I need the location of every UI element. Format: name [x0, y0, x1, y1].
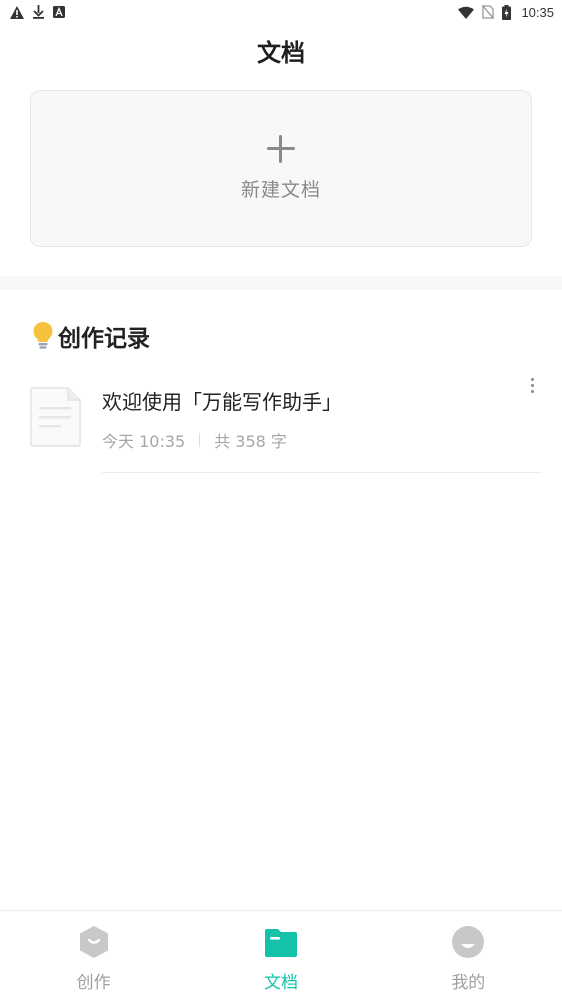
- documents-screen: 10:35 文档 新建文档 创作记录 欢迎使用「万能写作助手」 今天 10:35: [0, 0, 562, 999]
- new-document-button[interactable]: 新建文档: [30, 90, 532, 247]
- a-icon: [53, 6, 65, 18]
- no-sim-icon: [482, 5, 495, 19]
- section-divider: [0, 276, 562, 290]
- profile-icon: [452, 926, 485, 958]
- document-list-item[interactable]: 欢迎使用「万能写作助手」 今天 10:35 共 358 字: [0, 372, 562, 474]
- document-meta: 今天 10:35 共 358 字: [102, 428, 287, 452]
- section-header: 创作记录: [32, 318, 150, 354]
- more-dot: [530, 389, 534, 393]
- meta-separator: [199, 433, 201, 447]
- create-icon: [79, 926, 108, 958]
- warning-icon: [10, 5, 24, 19]
- lightbulb-icon: [33, 322, 53, 349]
- status-bar: 10:35: [0, 0, 562, 24]
- list-divider: [102, 472, 542, 473]
- status-left: [10, 5, 65, 19]
- download-icon: [33, 5, 44, 19]
- plus-icon: [267, 135, 295, 163]
- status-time: 10:35: [521, 4, 554, 20]
- document-time: 今天 10:35: [102, 432, 186, 451]
- more-dot: [530, 377, 534, 381]
- document-title: 欢迎使用「万能写作助手」: [102, 390, 342, 414]
- document-word-count: 共 358 字: [214, 432, 287, 451]
- header: 文档: [0, 28, 562, 72]
- document-file-icon: [30, 387, 81, 447]
- page-title: 文档: [257, 38, 305, 67]
- wifi-icon: [458, 6, 475, 19]
- nav-item-documents[interactable]: 文档: [211, 911, 351, 993]
- section-title: 创作记录: [58, 326, 150, 352]
- nav-item-create[interactable]: 创作: [24, 911, 164, 993]
- nav-item-profile[interactable]: 我的: [398, 911, 538, 993]
- battery-charging-icon: [502, 4, 512, 20]
- folder-icon: [264, 929, 297, 957]
- nav-label-profile: 我的: [451, 973, 486, 993]
- bottom-nav: 创作 文档 我的: [0, 910, 562, 999]
- status-right: 10:35: [458, 4, 554, 20]
- nav-label-create: 创作: [76, 973, 111, 993]
- nav-label-documents: 文档: [263, 973, 298, 993]
- more-dot: [530, 383, 534, 387]
- new-document-label: 新建文档: [240, 179, 321, 201]
- more-options-button[interactable]: [522, 374, 542, 396]
